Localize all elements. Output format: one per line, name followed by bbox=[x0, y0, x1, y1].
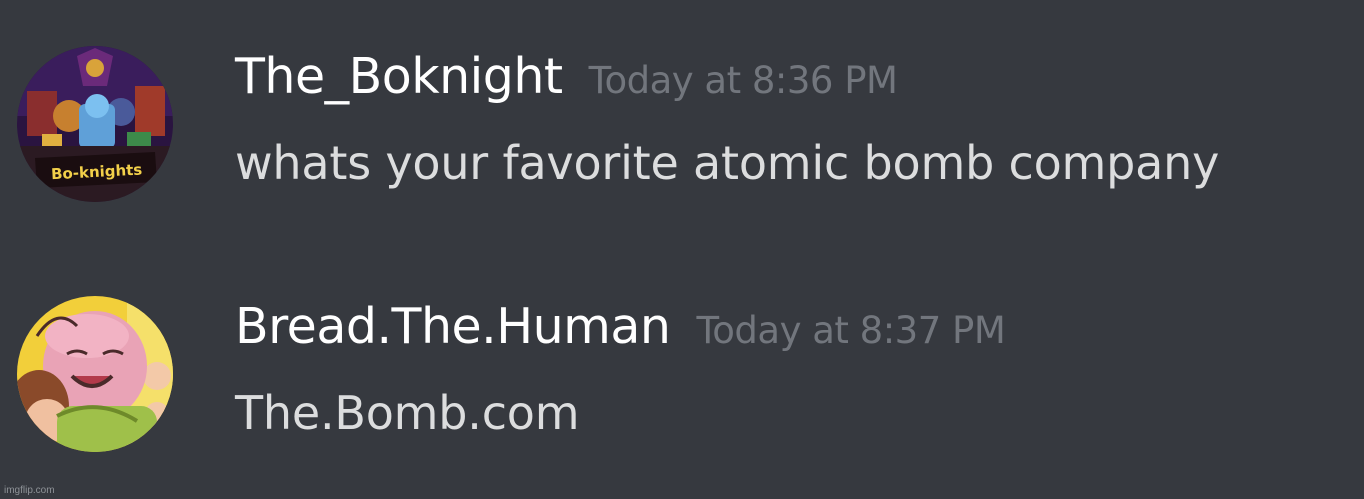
message-2: Bread.The.Human Today at 8:37 PM The.Bomb… bbox=[0, 290, 1364, 490]
avatar[interactable]: Bo-knights bbox=[17, 46, 173, 202]
message-header: Bread.The.Human Today at 8:37 PM bbox=[235, 298, 1006, 355]
message-1: Bo-knights The_Boknight Today at 8:36 PM … bbox=[0, 40, 1364, 240]
message-content: The.Bomb.com bbox=[235, 386, 580, 440]
timestamp[interactable]: Today at 8:36 PM bbox=[589, 59, 898, 102]
message-content: whats your favorite atomic bomb company bbox=[235, 136, 1220, 190]
timestamp[interactable]: Today at 8:37 PM bbox=[696, 309, 1005, 352]
username[interactable]: The_Boknight bbox=[235, 48, 563, 105]
watermark: imgflip.com bbox=[4, 485, 55, 496]
avatar[interactable] bbox=[17, 296, 173, 452]
username[interactable]: Bread.The.Human bbox=[235, 298, 671, 355]
message-header: The_Boknight Today at 8:36 PM bbox=[235, 48, 898, 105]
